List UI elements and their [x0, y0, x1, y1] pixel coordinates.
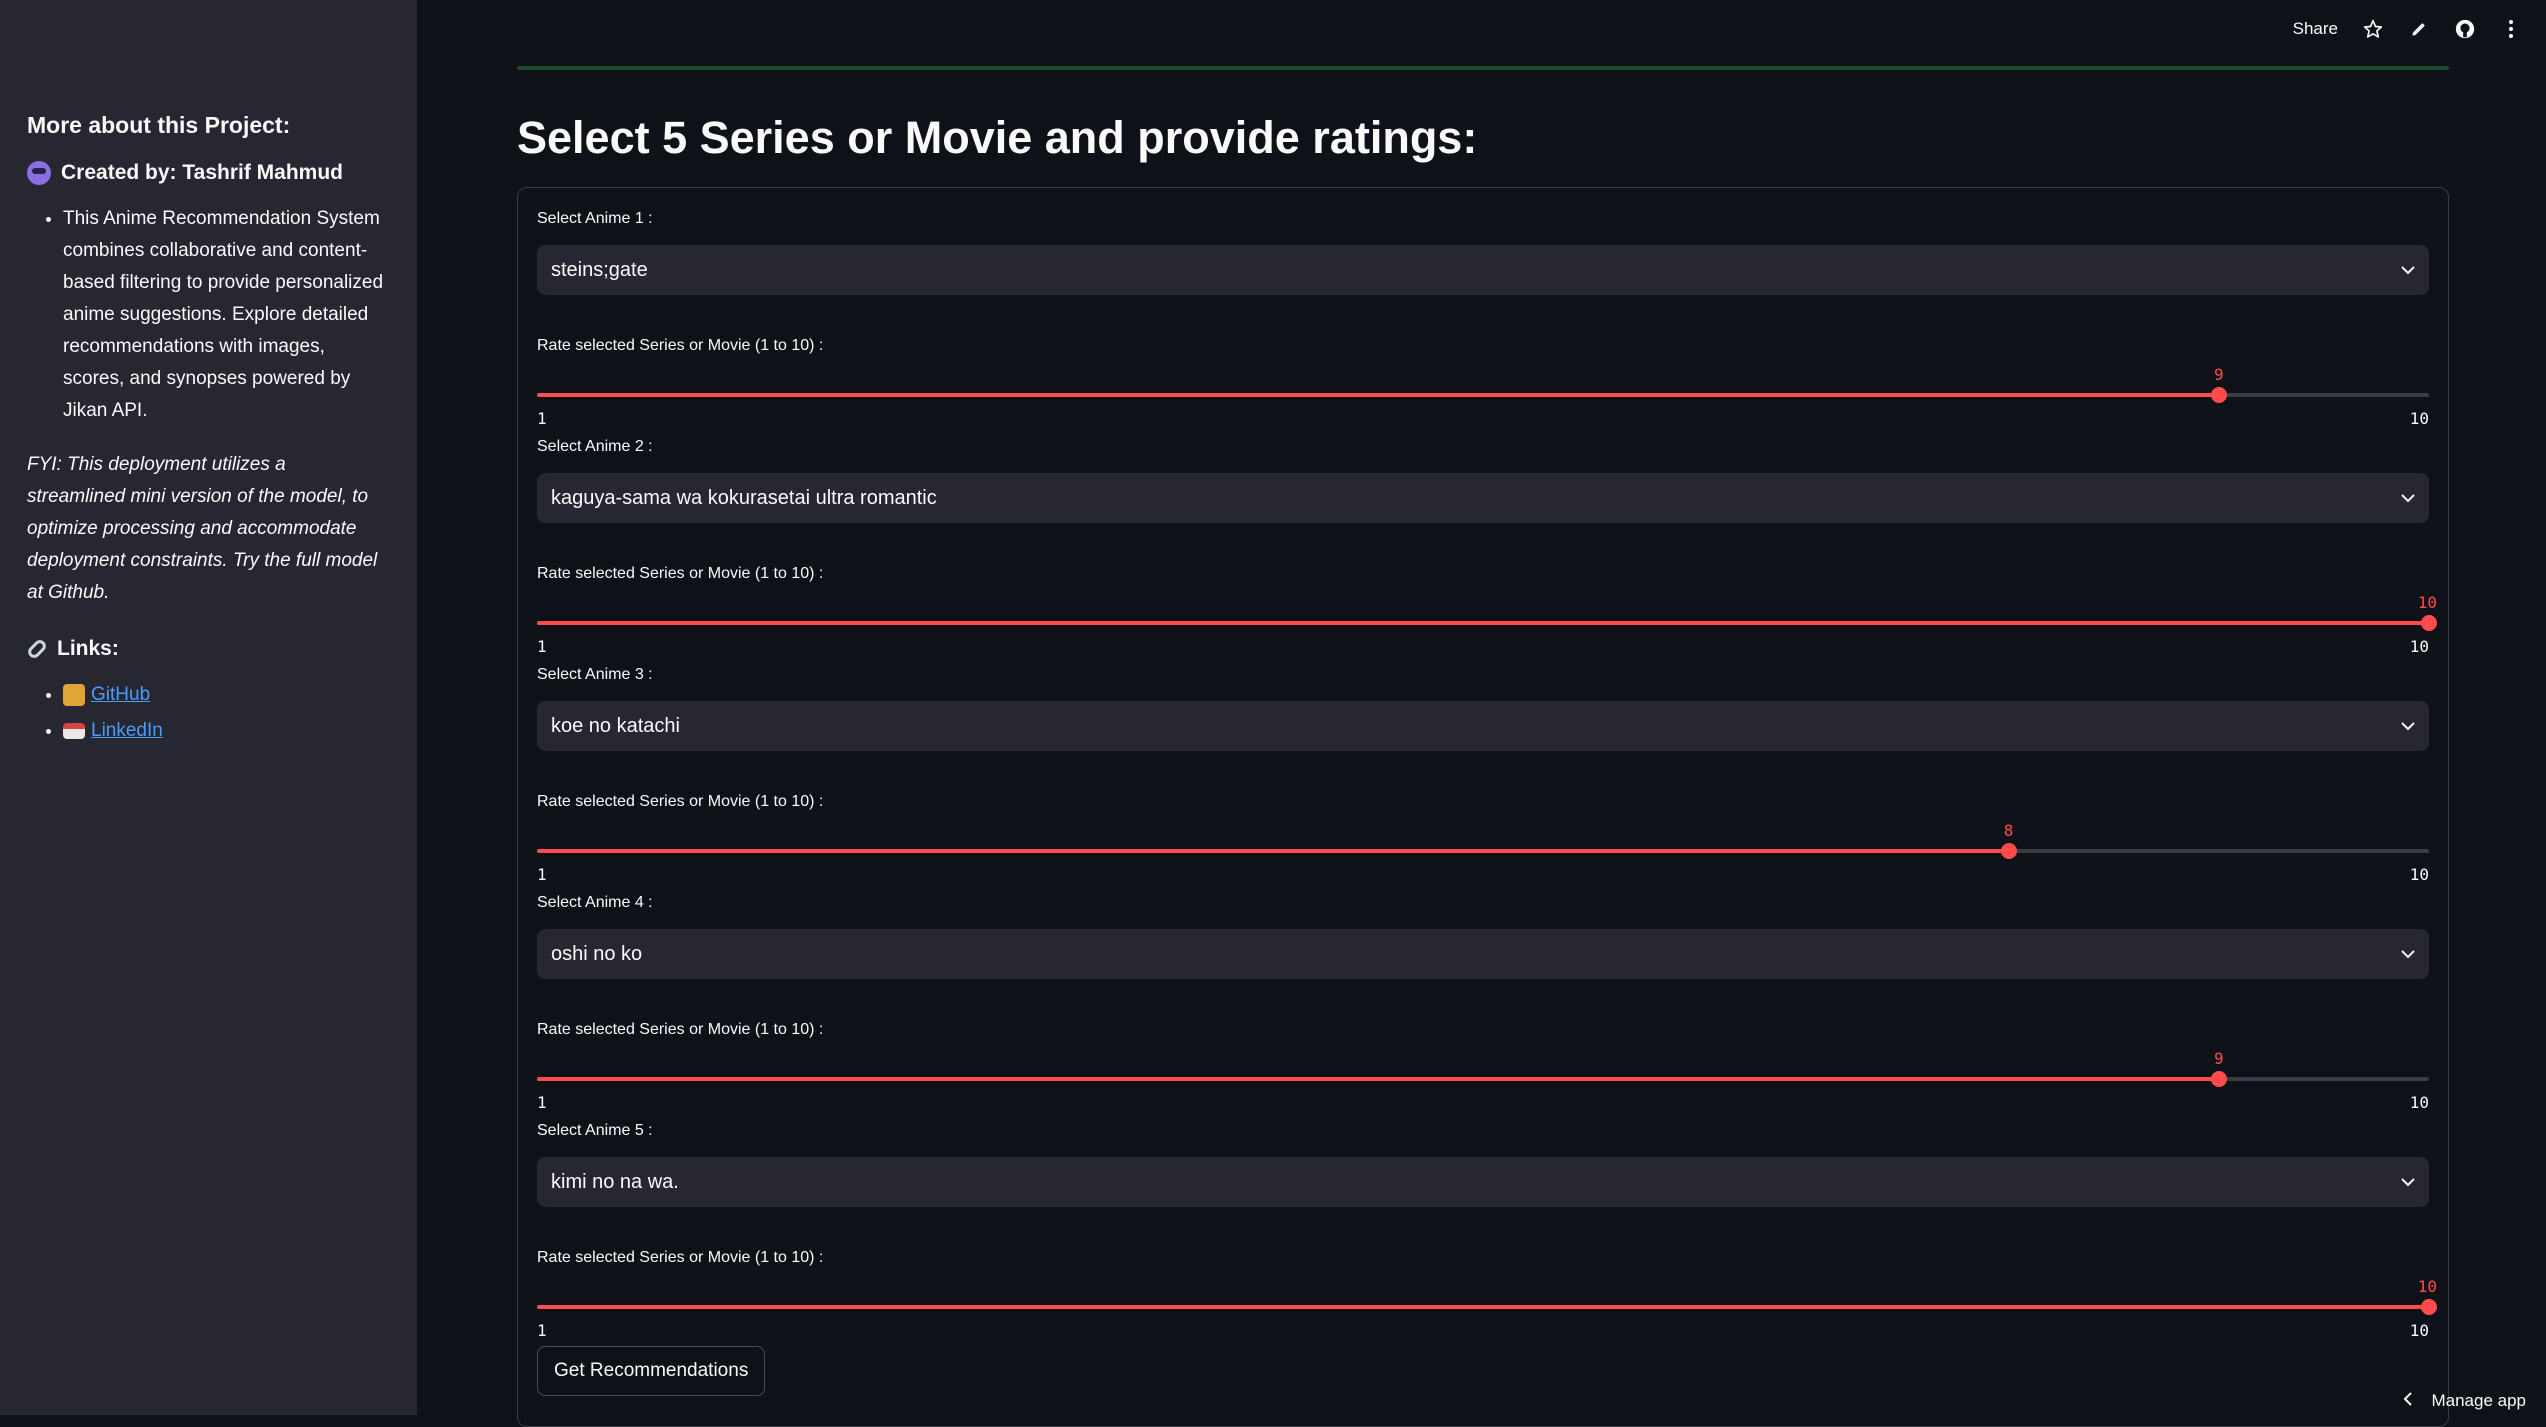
links-heading-text: Links: [57, 637, 119, 660]
slider-fill [537, 1077, 2219, 1081]
slider-min: 1 [537, 637, 547, 656]
rating-slider-2[interactable]: 10 1 10 [537, 593, 2437, 656]
slider-thumb[interactable] [2210, 1071, 2227, 1087]
slider-fill [537, 1305, 2429, 1309]
selected-value: kaguya-sama wa kokurasetai ultra romanti… [551, 486, 937, 509]
linkedin-link[interactable]: LinkedIn [91, 720, 163, 741]
slider-value: 9 [2213, 1049, 2224, 1068]
chevron-left-icon [2403, 1391, 2413, 1412]
fyi-note: FYI: This deployment utilizes a streamli… [27, 454, 378, 603]
anime-select-4[interactable]: oshi no ko [537, 929, 2429, 979]
slider-fill [537, 393, 2219, 397]
rating-label: Rate selected Series or Movie (1 to 10) … [537, 565, 824, 582]
more-icon[interactable] [2500, 18, 2522, 40]
manage-app-button[interactable]: Manage app [2403, 1387, 2526, 1415]
selected-value: koe no katachi [551, 714, 680, 737]
rating-slider-4[interactable]: 9 1 10 [537, 1049, 2429, 1112]
ratings-form: Select Anime 1 : steins;gate Rate select… [517, 187, 2449, 1427]
description-text: This Anime Recommendation System combine… [63, 203, 385, 427]
slider-min: 1 [537, 1321, 547, 1340]
chevron-down-icon [2401, 491, 2415, 505]
sidebar-heading: More about this Project: [27, 112, 291, 138]
slider-max: 10 [2409, 409, 2429, 428]
slider-value: 10 [2417, 1277, 2437, 1296]
slider-fill [537, 621, 2429, 625]
slider-value: 10 [2417, 593, 2437, 612]
chevron-down-icon [2401, 1175, 2415, 1189]
creator-text: Created by: Tashrif Mahmud [61, 161, 343, 184]
github-link[interactable]: GitHub [91, 684, 150, 705]
chevron-down-icon [2401, 263, 2415, 277]
rating-label: Rate selected Series or Movie (1 to 10) … [537, 1249, 824, 1266]
selected-value: kimi no na wa. [551, 1170, 679, 1193]
link-item-github: GitHub [63, 679, 385, 711]
selected-value: oshi no ko [551, 942, 643, 965]
alien-icon [27, 161, 51, 185]
slider-thumb[interactable] [2210, 387, 2227, 403]
anime-select-2[interactable]: kaguya-sama wa kokurasetai ultra romanti… [537, 473, 2429, 523]
anime-select-1[interactable]: steins;gate [537, 245, 2429, 295]
slider-max: 10 [2409, 1093, 2429, 1112]
links-heading: Links: [25, 637, 385, 661]
pencil-icon[interactable] [2408, 18, 2430, 40]
anime-select-3[interactable]: koe no katachi [537, 701, 2429, 751]
rating-label: Rate selected Series or Movie (1 to 10) … [537, 337, 824, 354]
chevron-down-icon [2401, 947, 2415, 961]
link-item-linkedin: LinkedIn [63, 715, 385, 747]
description-list: This Anime Recommendation System combine… [27, 203, 385, 427]
rating-slider-5[interactable]: 10 1 10 [537, 1277, 2437, 1340]
share-button[interactable]: Share [2293, 19, 2338, 39]
toolbar: Share [2293, 18, 2522, 40]
slider-thumb[interactable] [2421, 615, 2437, 631]
slider-value: 9 [2213, 365, 2224, 384]
slider-min: 1 [537, 865, 547, 884]
envelope-icon [63, 722, 85, 739]
rating-slider-1[interactable]: 9 1 10 [537, 365, 2429, 428]
github-icon[interactable] [2454, 18, 2476, 40]
link-icon [25, 637, 49, 661]
get-recommendations-button[interactable]: Get Recommendations [537, 1346, 766, 1396]
slider-max: 10 [2409, 637, 2429, 656]
select-label: Select Anime 3 : [537, 666, 653, 683]
slider-min: 1 [537, 1093, 547, 1112]
rating-label: Rate selected Series or Movie (1 to 10) … [537, 1021, 824, 1038]
rating-slider-3[interactable]: 8 1 10 [537, 821, 2429, 884]
star-icon[interactable] [2362, 18, 2384, 40]
select-label: Select Anime 1 : [537, 210, 653, 227]
manage-app-label: Manage app [2431, 1391, 2526, 1410]
slider-fill [537, 849, 2009, 853]
chevron-down-icon [2401, 719, 2415, 733]
selected-value: steins;gate [551, 258, 648, 281]
creator-line: Created by: Tashrif Mahmud [27, 161, 385, 185]
select-label: Select Anime 4 : [537, 894, 653, 911]
slider-max: 10 [2409, 1321, 2429, 1340]
sidebar: More about this Project: Created by: Tas… [0, 0, 417, 1415]
slider-max: 10 [2409, 865, 2429, 884]
slider-value: 8 [2003, 821, 2014, 840]
page-title: Select 5 Series or Movie and provide rat… [517, 112, 1478, 163]
rating-label: Rate selected Series or Movie (1 to 10) … [537, 793, 824, 810]
links-list: GitHub LinkedIn [27, 679, 385, 747]
select-label: Select Anime 5 : [537, 1122, 653, 1139]
top-divider [517, 66, 2449, 70]
anime-select-5[interactable]: kimi no na wa. [537, 1157, 2429, 1207]
cat-icon [63, 683, 85, 706]
slider-min: 1 [537, 409, 547, 428]
slider-thumb[interactable] [2000, 843, 2017, 859]
select-label: Select Anime 2 : [537, 438, 653, 455]
slider-thumb[interactable] [2421, 1299, 2437, 1315]
